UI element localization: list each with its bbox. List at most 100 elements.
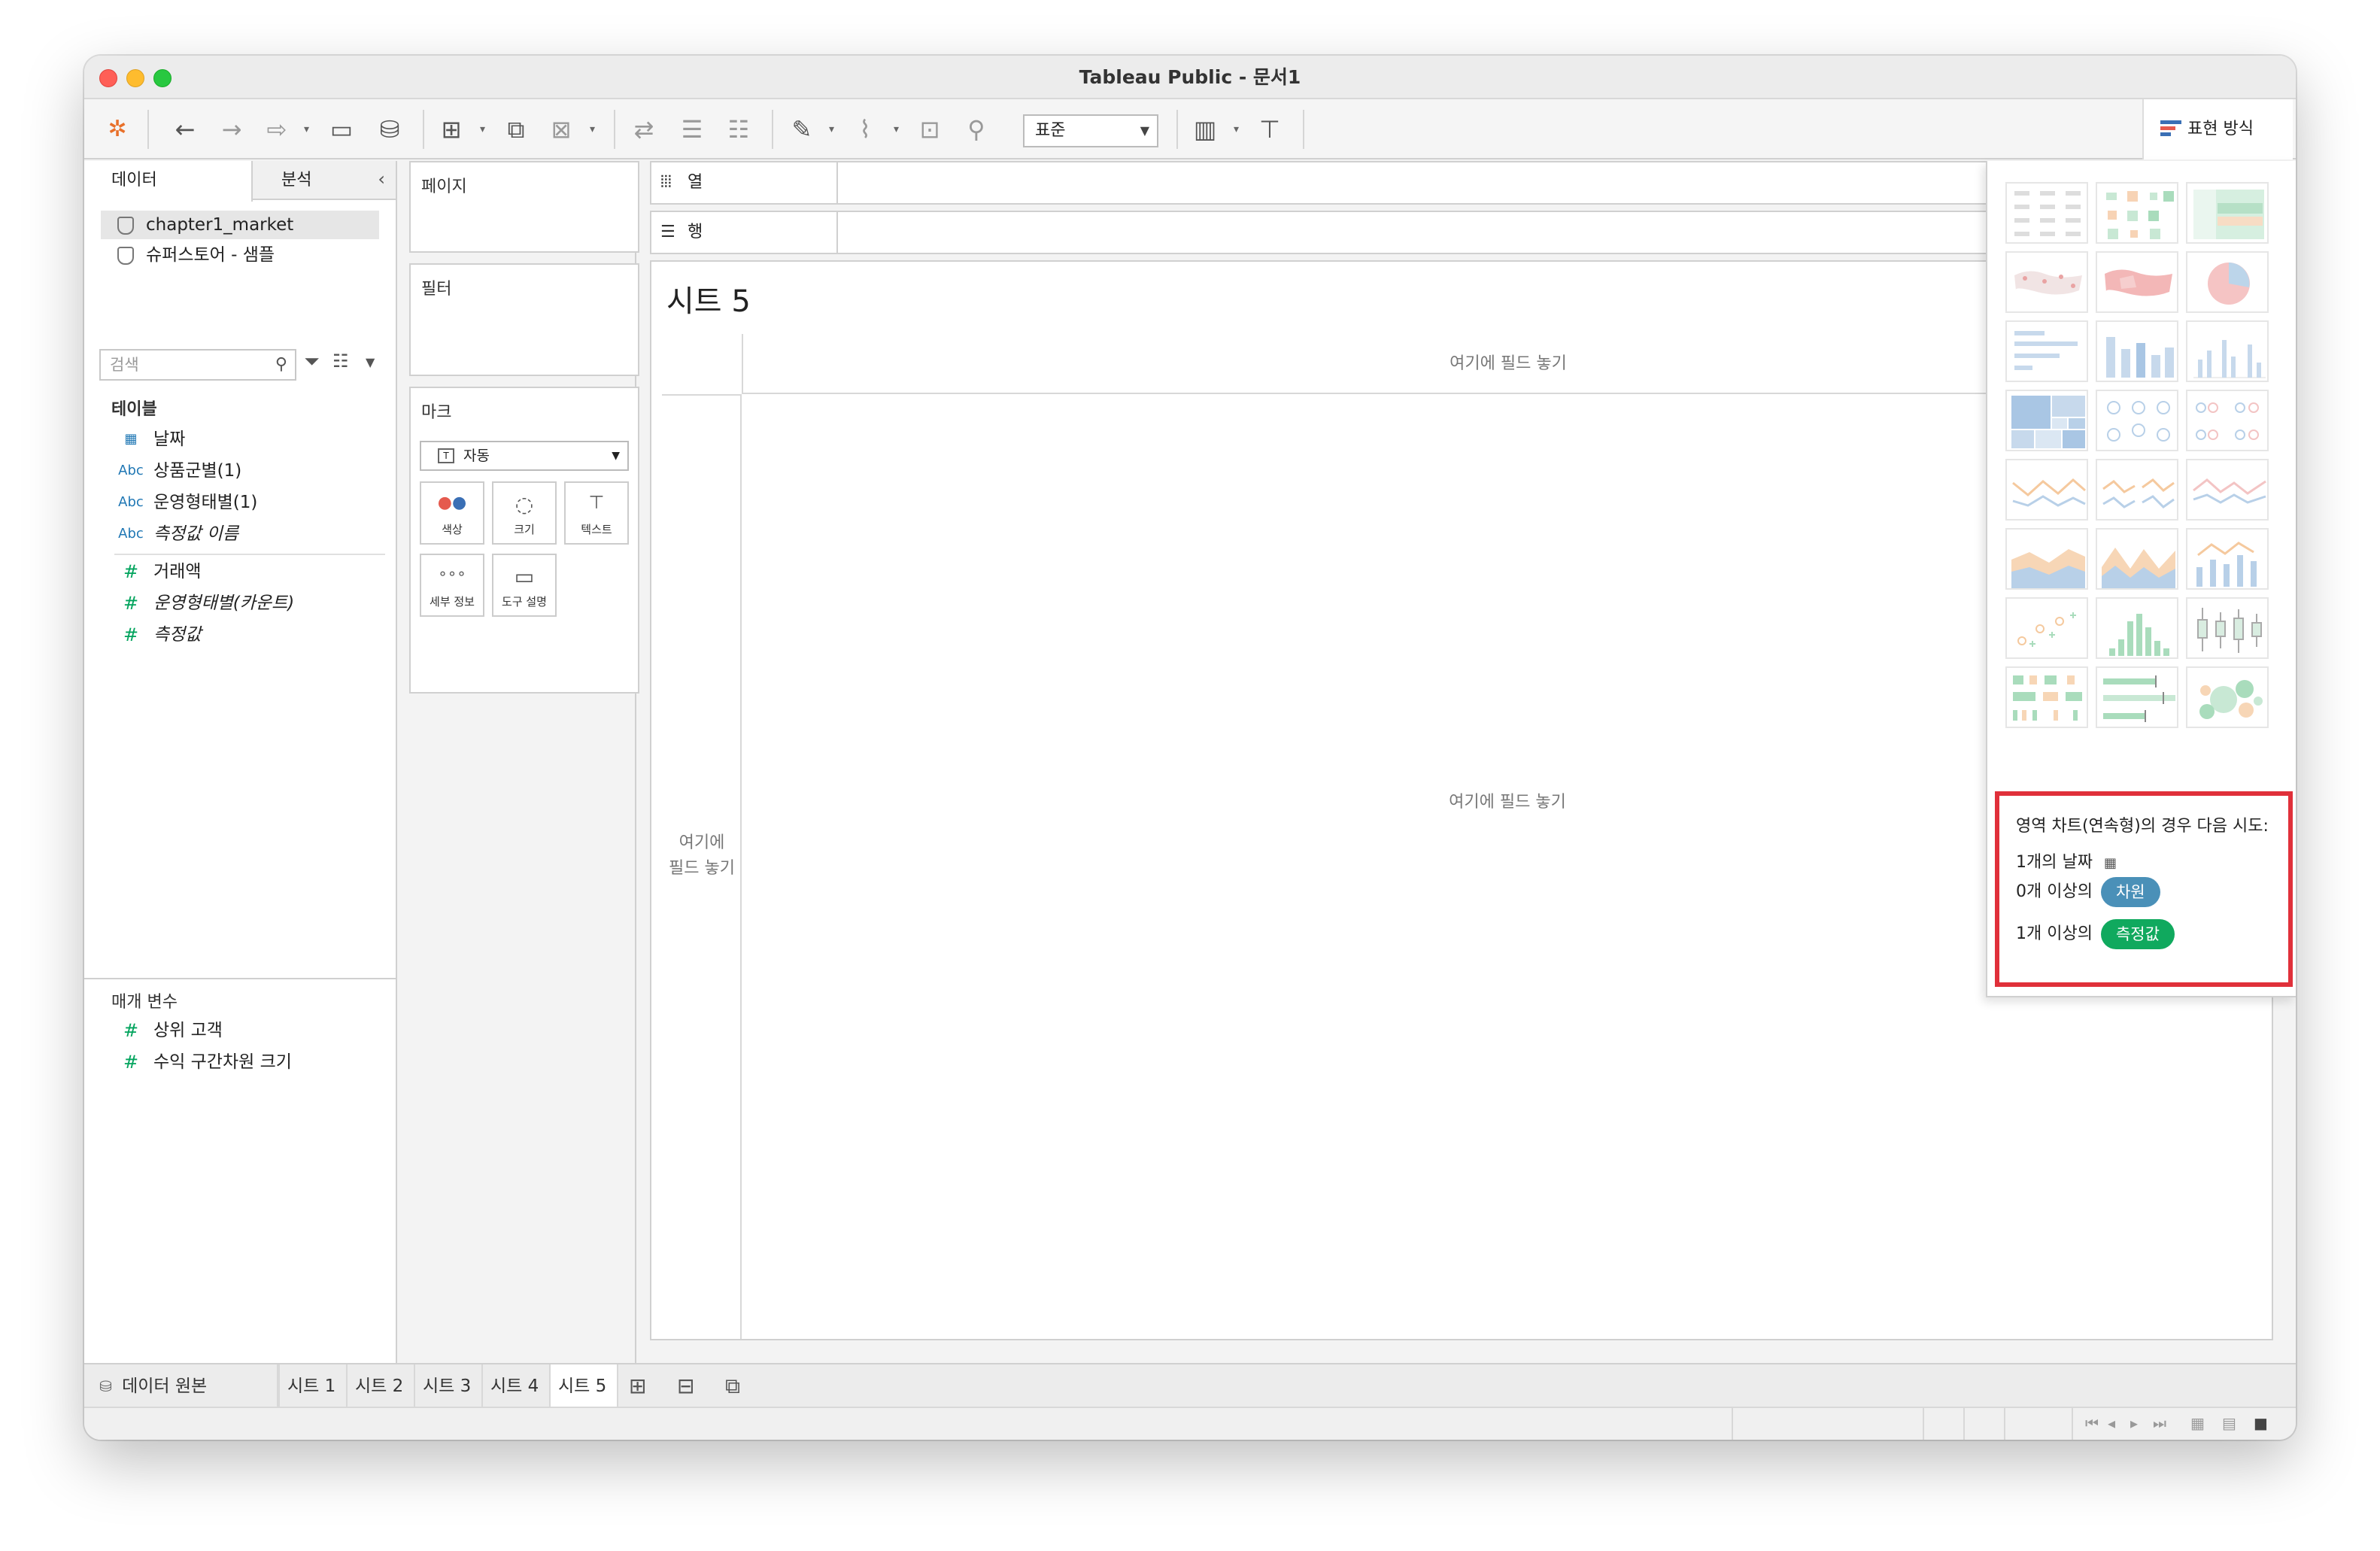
show-cards-icon[interactable]: ▥ bbox=[1190, 114, 1220, 144]
filter-icon[interactable]: ⏷ bbox=[304, 351, 320, 374]
detail-button[interactable]: ∘∘∘ 세부 정보 bbox=[420, 554, 484, 617]
filmstrip-view-icon[interactable]: ▤ bbox=[2222, 1414, 2236, 1432]
new-dashboard-icon[interactable]: ⊟ bbox=[677, 1373, 694, 1398]
row-drop-zone[interactable]: 여기에 필드 놓기 bbox=[662, 394, 742, 1333]
text-table-thumbnail[interactable] bbox=[2005, 182, 2088, 244]
discrete-lines-thumbnail[interactable] bbox=[2096, 459, 2178, 521]
tableau-logo-icon[interactable]: ✲ bbox=[102, 114, 132, 144]
mark-type-select[interactable]: T 자동 ▼ bbox=[420, 441, 629, 471]
tab-sheet-5[interactable]: 시트 5 bbox=[551, 1364, 618, 1408]
color-button[interactable]: ●● 색상 bbox=[420, 481, 484, 545]
field-item[interactable]: Abc 측정값 이름 bbox=[114, 519, 238, 549]
packed-bubbles-thumbnail[interactable] bbox=[2186, 666, 2269, 728]
chevron-down-icon[interactable]: ▼ bbox=[366, 355, 375, 369]
sort-ascending-icon[interactable]: ☰ bbox=[677, 114, 707, 144]
pie-chart-thumbnail[interactable] bbox=[2186, 251, 2269, 313]
field-item[interactable]: ▦ 날짜 bbox=[114, 424, 185, 454]
filters-shelf[interactable]: 필터 bbox=[409, 263, 639, 376]
undo-icon[interactable]: ← bbox=[170, 114, 200, 144]
tab-view-icon[interactable]: ■ bbox=[2254, 1414, 2268, 1432]
status-segment bbox=[1963, 1408, 2004, 1440]
circle-views-thumbnail[interactable] bbox=[2096, 390, 2178, 451]
new-worksheet-icon[interactable]: ⊞ bbox=[436, 114, 466, 144]
first-page-icon[interactable]: ⏮ bbox=[2085, 1414, 2099, 1432]
replay-dropdown-icon[interactable]: ▾ bbox=[304, 123, 309, 135]
group-members-icon[interactable]: ⌇ bbox=[850, 114, 880, 144]
dual-lines-thumbnail[interactable] bbox=[2186, 459, 2269, 521]
fix-axes-icon[interactable]: ⚲ bbox=[961, 114, 991, 144]
next-page-icon[interactable]: ▸ bbox=[2130, 1414, 2138, 1432]
parameter-item[interactable]: # 상위 고객 bbox=[114, 1015, 223, 1046]
field-item[interactable]: Abc 운영형태별(1) bbox=[114, 487, 257, 518]
text-button[interactable]: ⊤ 텍스트 bbox=[564, 481, 629, 545]
zoom-window-button[interactable] bbox=[153, 69, 172, 87]
sort-descending-icon[interactable]: ☷ bbox=[724, 114, 754, 144]
field-item[interactable]: # 거래액 bbox=[114, 557, 202, 587]
new-story-icon[interactable]: ⧉ bbox=[725, 1373, 740, 1399]
continuous-lines-thumbnail[interactable] bbox=[2005, 459, 2088, 521]
clear-sheet-icon[interactable]: ⊠ bbox=[546, 114, 576, 144]
save-icon[interactable]: ▭ bbox=[326, 114, 357, 144]
tab-sheet-3[interactable]: 시트 3 bbox=[415, 1364, 483, 1408]
group-dropdown-icon[interactable]: ▾ bbox=[894, 123, 899, 135]
highlight-table-thumbnail[interactable] bbox=[2186, 182, 2269, 244]
highlight-dropdown-icon[interactable]: ▾ bbox=[829, 123, 834, 135]
histogram-thumbnail[interactable] bbox=[2096, 597, 2178, 659]
tab-sheet-1[interactable]: 시트 1 bbox=[280, 1364, 348, 1408]
columns-shelf[interactable]: ⦙⦙⦙ 열 bbox=[650, 161, 2066, 205]
field-search-input[interactable]: 검색 ⚲ bbox=[99, 349, 296, 381]
presentation-mode-icon[interactable]: ⊤ bbox=[1255, 114, 1285, 144]
datasource-item[interactable]: 슈퍼스토어 - 샘플 bbox=[101, 241, 379, 269]
close-window-button[interactable] bbox=[99, 69, 117, 87]
side-by-side-circles-thumbnail[interactable] bbox=[2186, 390, 2269, 451]
tab-sheet-4[interactable]: 시트 4 bbox=[483, 1364, 551, 1408]
new-worksheet-dropdown-icon[interactable]: ▾ bbox=[480, 123, 485, 135]
heat-map-thumbnail[interactable] bbox=[2096, 182, 2178, 244]
prev-page-icon[interactable]: ◂ bbox=[2108, 1414, 2115, 1432]
rows-shelf[interactable]: ☰ 행 bbox=[650, 211, 2066, 254]
last-page-icon[interactable]: ⏭ bbox=[2153, 1414, 2166, 1432]
area-discrete-thumbnail[interactable] bbox=[2096, 528, 2178, 590]
redo-icon[interactable]: → bbox=[217, 114, 247, 144]
swap-rows-columns-icon[interactable]: ⇄ bbox=[629, 114, 659, 144]
size-button[interactable]: ◌ 크기 bbox=[492, 481, 557, 545]
dual-combination-thumbnail[interactable] bbox=[2186, 528, 2269, 590]
symbol-map-thumbnail[interactable] bbox=[2005, 251, 2088, 313]
collapse-pane-icon[interactable]: ‹ bbox=[378, 168, 385, 190]
horizontal-bars-thumbnail[interactable] bbox=[2005, 320, 2088, 382]
sheet-title[interactable]: 시트 5 bbox=[666, 277, 751, 320]
treemap-thumbnail[interactable] bbox=[2005, 390, 2088, 451]
area-continuous-thumbnail[interactable] bbox=[2005, 528, 2088, 590]
box-plot-thumbnail[interactable] bbox=[2186, 597, 2269, 659]
grid-view-icon[interactable]: ▦ bbox=[2190, 1414, 2205, 1432]
parameter-item[interactable]: # 수익 구간차원 크기 bbox=[114, 1047, 292, 1077]
scatter-plot-thumbnail[interactable] bbox=[2005, 597, 2088, 659]
clear-sheet-dropdown-icon[interactable]: ▾ bbox=[590, 123, 595, 135]
tab-sheet-2[interactable]: 시트 2 bbox=[348, 1364, 415, 1408]
show-cards-dropdown-icon[interactable]: ▾ bbox=[1234, 123, 1239, 135]
gantt-chart-thumbnail[interactable] bbox=[2005, 666, 2088, 728]
field-item[interactable]: # 측정값 bbox=[114, 620, 202, 650]
bullet-graph-thumbnail[interactable] bbox=[2096, 666, 2178, 728]
tab-analytics[interactable]: 분석 bbox=[254, 161, 367, 200]
view-list-icon[interactable]: ☷ bbox=[332, 351, 349, 372]
tab-datasource[interactable]: ⛁ 데이터 원본 bbox=[84, 1364, 278, 1408]
filled-map-thumbnail[interactable] bbox=[2096, 251, 2178, 313]
tab-data[interactable]: 데이터 bbox=[84, 161, 253, 202]
new-worksheet-icon[interactable]: ⊞ bbox=[629, 1373, 646, 1398]
tooltip-button[interactable]: ▭ 도구 설명 bbox=[492, 554, 557, 617]
minimize-window-button[interactable] bbox=[126, 69, 144, 87]
field-item[interactable]: # 운영형태별(카운트) bbox=[114, 588, 294, 618]
duplicate-sheet-icon[interactable]: ⧉ bbox=[501, 114, 531, 144]
datasource-item[interactable]: chapter1_market bbox=[101, 211, 379, 239]
pages-shelf[interactable]: 페이지 bbox=[409, 161, 639, 253]
show-labels-icon[interactable]: ⊡ bbox=[915, 114, 945, 144]
view-fit-select[interactable]: 표준 ▼ bbox=[1023, 114, 1158, 147]
show-me-button[interactable]: 표현 방식 bbox=[2142, 99, 2293, 159]
field-item[interactable]: Abc 상품군별(1) bbox=[114, 456, 241, 486]
new-datasource-icon[interactable]: ⛁ bbox=[375, 114, 405, 144]
replay-icon[interactable]: ⇨ bbox=[262, 114, 292, 144]
stacked-bars-thumbnail[interactable] bbox=[2096, 320, 2178, 382]
side-by-side-bars-thumbnail[interactable] bbox=[2186, 320, 2269, 382]
highlight-icon[interactable]: ✎ bbox=[787, 114, 817, 144]
